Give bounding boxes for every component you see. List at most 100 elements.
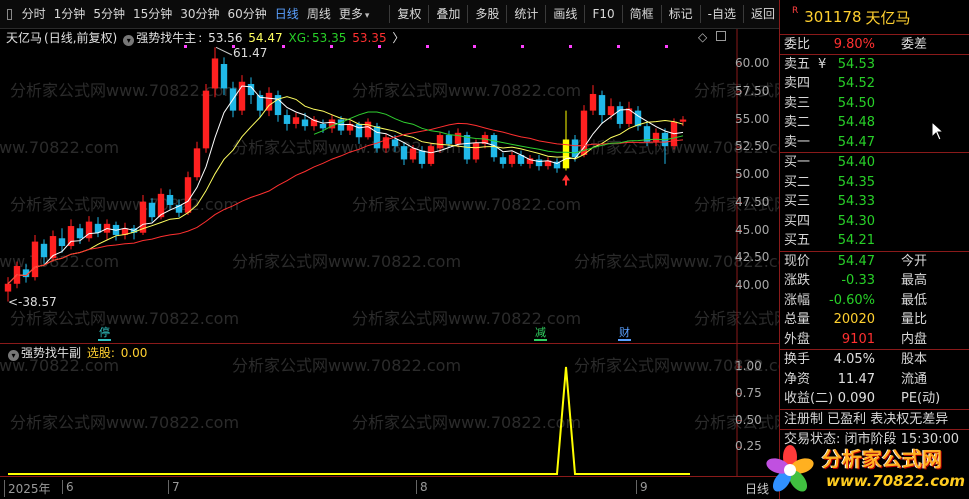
toolbar-tool-button[interactable]: 统计	[510, 0, 542, 29]
r-tag: R	[792, 6, 799, 16]
period-tab[interactable]: 15分钟	[129, 0, 176, 29]
candle-body	[589, 93, 597, 111]
x-axis-label: 8	[416, 480, 428, 494]
diamond-icon[interactable]: ◇	[698, 30, 707, 44]
event-marker[interactable]: 财	[618, 325, 631, 341]
top-marker-dot	[473, 45, 476, 48]
toolbar-divider	[660, 5, 662, 23]
sub-y-axis-label: 0.75	[735, 385, 762, 400]
low-price-label: <-38.57	[8, 295, 57, 309]
event-marker[interactable]: 减	[534, 325, 547, 341]
y-axis-label: 42.50	[735, 250, 770, 265]
y-axis-label: 50.00	[735, 167, 770, 181]
toolbar-tool-button[interactable]: -自选	[704, 0, 740, 29]
quote-row: 涨幅 -0.60% 最低	[780, 291, 969, 311]
quote-row-value: 9101	[841, 331, 875, 347]
fund-row-right-label: 流通	[901, 371, 928, 387]
toolbar-tool-button[interactable]: 多股	[471, 0, 503, 29]
quote-row-value: -0.33	[841, 273, 875, 288]
logo-text: 分析家公式网	[822, 447, 942, 471]
sub-indicator-chart[interactable]: 分析家公式网www.70822.com分析家公式网www.70822.com分析…	[0, 343, 779, 476]
sub-settings-icon[interactable]: ▾	[8, 350, 19, 361]
weibi-value: 9.80%	[833, 37, 875, 52]
candle-body	[193, 148, 201, 178]
stock-header: R 301178 天亿马	[780, 0, 969, 35]
ask-row-value: 54.52	[837, 76, 875, 91]
toolbar-tool-button[interactable]: 叠加	[432, 0, 464, 29]
event-marker[interactable]: 停	[98, 325, 111, 341]
period-tab[interactable]: 1分钟	[50, 0, 90, 29]
toolbar-tool-button[interactable]: 标记	[665, 0, 697, 29]
x-axis-label: 7	[168, 480, 180, 494]
high-price-label: 61.47	[233, 46, 268, 60]
period-tab[interactable]: 分时	[18, 0, 50, 29]
legend-chevron-icon[interactable]: 〉	[392, 31, 404, 45]
candle-body	[652, 132, 660, 142]
candle-body	[355, 123, 363, 138]
toolbar-tool-button[interactable]: F10	[588, 0, 618, 29]
quote-row-label: 总量	[784, 312, 811, 327]
fund-row-right-label: 股本	[901, 352, 928, 367]
site-logo: 分析家公式网 www.70822.com	[760, 440, 969, 499]
toolbar-divider	[506, 5, 508, 23]
maximize-icon[interactable]	[716, 31, 726, 41]
quote-row: 涨跌 -0.33 最高	[780, 271, 969, 291]
period-tab[interactable]: 30分钟	[176, 0, 223, 29]
period-tab[interactable]: 日线	[271, 0, 303, 29]
candle-body	[184, 177, 192, 213]
period-toolbar: 分时 1分钟 5分钟 15分钟 30分钟 60分钟 日线 周线 更多 ▾ 复权 叠加 多股 统计 画线 F…	[0, 0, 779, 29]
toolbar-divider	[467, 5, 469, 23]
ask-row: 卖三 54.50	[780, 94, 969, 114]
candle-body	[4, 283, 12, 292]
candle-body	[67, 226, 75, 247]
fund-row: 净资 11.47 流通	[780, 370, 969, 390]
bid-row-value: 54.40	[837, 155, 875, 170]
fund-row: 换手 4.05% 股本	[780, 350, 969, 370]
candle-body	[40, 243, 48, 258]
candle-body	[616, 106, 624, 124]
y-axis-label: 52.50	[735, 139, 770, 154]
toolbar-tool-button[interactable]: 复权	[393, 0, 425, 29]
ask-row: 卖四 54.52	[780, 74, 969, 94]
buy-signal-arrow-icon	[562, 174, 570, 186]
yen-mark: ¥	[818, 56, 827, 72]
quote-row-label: 涨跌	[784, 273, 811, 288]
sub-label: 选股:	[86, 346, 115, 360]
bid-row-value: 54.33	[837, 194, 875, 209]
stock-name: 天亿马	[865, 8, 911, 27]
fund-row-label: 换手	[784, 352, 811, 367]
sub-indicator-name: 强势找牛副	[21, 346, 82, 360]
period-tab[interactable]: 60分钟	[224, 0, 271, 29]
bid-row-value: 54.30	[837, 213, 875, 229]
bid-row: 买四 54.30	[780, 212, 969, 232]
quote-row: 总量 20020 量比	[780, 310, 969, 330]
toolbar-tool-button[interactable]: 画线	[549, 0, 581, 29]
toolbar-divider	[389, 5, 391, 23]
candle-body	[166, 194, 174, 205]
bid-row-label: 买三	[784, 194, 811, 209]
candle-body	[418, 150, 426, 164]
weibi-row: 委比 9.80% 委差	[780, 35, 969, 55]
bid-row: 买一 54.40	[780, 153, 969, 173]
collapse-toggle-button[interactable]	[7, 8, 12, 20]
toolbar-tool-button[interactable]: 简框	[626, 0, 658, 29]
candle-body	[472, 142, 480, 160]
indicator-settings-icon[interactable]: ▾	[123, 35, 135, 46]
mouse-cursor-icon	[931, 121, 945, 141]
toolbar-divider	[545, 5, 547, 23]
candle-body	[535, 159, 543, 167]
kline-chart[interactable]: 分析家公式网www.70822.com 分析家公式网www.70822.com 分析…	[0, 29, 779, 343]
candle-body	[301, 119, 309, 127]
candle-body	[220, 64, 228, 89]
quote-row-label: 外盘	[784, 331, 811, 347]
quote-row: 现价 54.47 今开	[780, 252, 969, 272]
toolbar-tool-button[interactable]: 返回	[747, 0, 779, 29]
more-periods-button[interactable]: 更多 ▾	[335, 0, 374, 29]
period-tab[interactable]: 5分钟	[89, 0, 129, 29]
candle-body	[409, 148, 417, 160]
candle-body	[598, 95, 606, 116]
quote-row-value: 20020	[833, 312, 875, 327]
candle-body	[427, 146, 435, 164]
period-tab[interactable]: 周线	[303, 0, 335, 29]
bid-row: 买五 54.21	[780, 231, 969, 251]
